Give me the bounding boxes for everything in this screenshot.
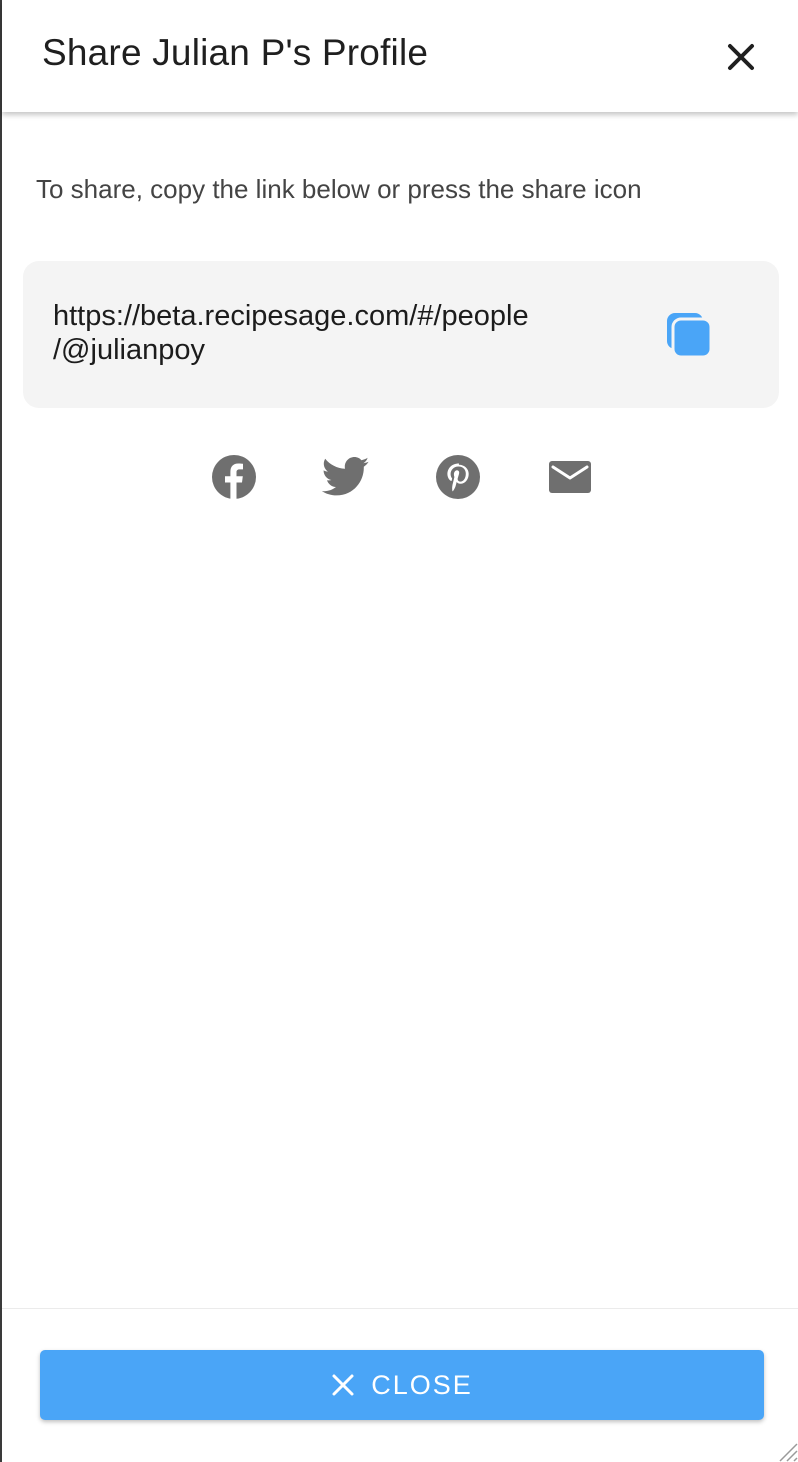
social-share-row	[2, 452, 798, 502]
close-button-label: CLOSE	[371, 1369, 473, 1400]
close-icon[interactable]	[720, 36, 762, 78]
close-button[interactable]: CLOSE	[40, 1350, 764, 1420]
share-link-box: https://beta.recipesage.com/#/people /@j…	[23, 261, 779, 408]
facebook-icon[interactable]	[209, 452, 259, 502]
share-link-text[interactable]: https://beta.recipesage.com/#/people /@j…	[53, 299, 613, 367]
email-icon[interactable]	[545, 452, 595, 502]
share-link-line-2: /@julianpoy	[53, 334, 205, 366]
close-icon	[331, 1373, 355, 1397]
modal-title: Share Julian P's Profile	[42, 32, 429, 73]
modal-header: Share Julian P's Profile	[2, 0, 798, 112]
share-profile-modal: Share Julian P's Profile To share, copy …	[0, 0, 798, 1462]
resize-grip-icon[interactable]	[768, 1432, 798, 1462]
copy-icon[interactable]	[665, 311, 713, 359]
twitter-icon[interactable]	[321, 452, 371, 502]
pinterest-icon[interactable]	[433, 452, 483, 502]
footer-divider	[2, 1308, 798, 1309]
share-instructions: To share, copy the link below or press t…	[36, 174, 642, 204]
share-link-line-1: https://beta.recipesage.com/#/people	[53, 300, 529, 332]
